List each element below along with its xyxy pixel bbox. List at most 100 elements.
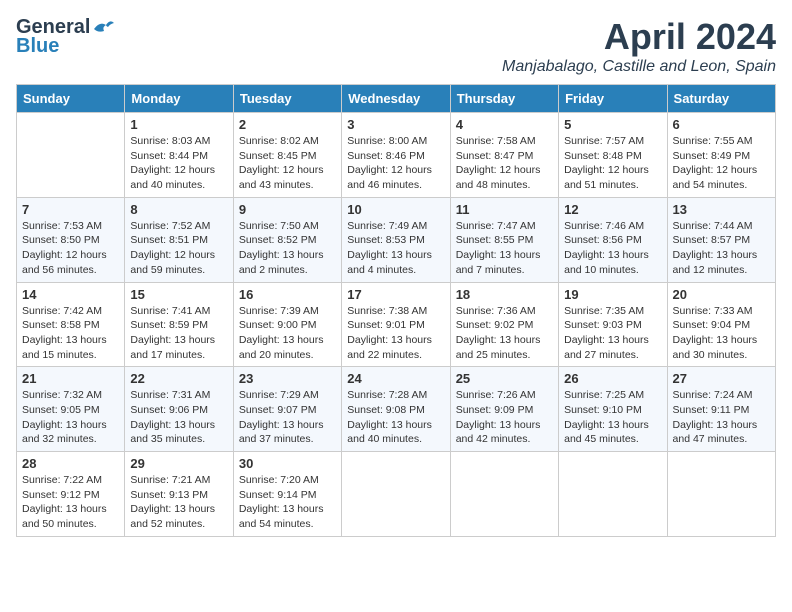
calendar-cell: 23 Sunrise: 7:29 AM Sunset: 9:07 PM Dayli… [233,367,341,452]
calendar-day-header: Friday [559,85,667,113]
day-number: 3 [347,117,444,132]
calendar-cell [17,113,125,198]
month-title: April 2024 [502,16,776,58]
calendar-cell: 15 Sunrise: 7:41 AM Sunset: 8:59 PM Dayli… [125,282,233,367]
calendar-week-row: 7 Sunrise: 7:53 AM Sunset: 8:50 PM Daylig… [17,197,776,282]
day-number: 14 [22,287,119,302]
calendar-cell: 11Sunrise: 7:47 AM Sunset: 8:55 PM Dayli… [450,197,558,282]
calendar-cell: 27 Sunrise: 7:24 AM Sunset: 9:11 PM Dayli… [667,367,775,452]
calendar-cell: 9Sunrise: 7:50 AM Sunset: 8:52 PM Daylig… [233,197,341,282]
day-number: 29 [130,456,227,471]
day-number: 5 [564,117,661,132]
cell-info: Sunrise: 7:39 AM Sunset: 9:00 PM Dayligh… [239,304,336,363]
day-number: 18 [456,287,553,302]
page-header: General Blue April 2024 Manjabalago, Cas… [16,16,776,76]
day-number: 25 [456,371,553,386]
cell-info: Sunrise: 7:29 AM Sunset: 9:07 PM Dayligh… [239,388,336,447]
day-number: 15 [130,287,227,302]
calendar-day-header: Monday [125,85,233,113]
day-number: 30 [239,456,336,471]
calendar-cell: 19 Sunrise: 7:35 AM Sunset: 9:03 PM Dayli… [559,282,667,367]
cell-info: Sunrise: 7:38 AM Sunset: 9:01 PM Dayligh… [347,304,444,363]
calendar-cell: 13 Sunrise: 7:44 AM Sunset: 8:57 PM Dayli… [667,197,775,282]
day-number: 6 [673,117,770,132]
calendar-week-row: 28 Sunrise: 7:22 AM Sunset: 9:12 PM Dayli… [17,452,776,537]
cell-info: Sunrise: 7:58 AM Sunset: 8:47 PM Dayligh… [456,134,553,193]
day-number: 11 [456,202,553,217]
cell-info: Sunrise: 7:53 AM Sunset: 8:50 PM Dayligh… [22,219,119,278]
calendar-week-row: 1 Sunrise: 8:03 AM Sunset: 8:44 PM Daylig… [17,113,776,198]
cell-info: Sunrise: 8:00 AM Sunset: 8:46 PM Dayligh… [347,134,444,193]
cell-info: Sunrise: 7:50 AM Sunset: 8:52 PM Dayligh… [239,219,336,278]
day-number: 20 [673,287,770,302]
logo-blue: Blue [16,35,59,58]
logo-bird-icon [92,19,114,37]
calendar-cell: 4Sunrise: 7:58 AM Sunset: 8:47 PM Daylig… [450,113,558,198]
calendar-cell: 16 Sunrise: 7:39 AM Sunset: 9:00 PM Dayli… [233,282,341,367]
calendar-cell: 6Sunrise: 7:55 AM Sunset: 8:49 PM Daylig… [667,113,775,198]
day-number: 8 [130,202,227,217]
location-title: Manjabalago, Castille and Leon, Spain [502,58,776,76]
cell-info: Sunrise: 8:02 AM Sunset: 8:45 PM Dayligh… [239,134,336,193]
cell-info: Sunrise: 7:33 AM Sunset: 9:04 PM Dayligh… [673,304,770,363]
cell-info: Sunrise: 7:35 AM Sunset: 9:03 PM Dayligh… [564,304,661,363]
calendar-day-header: Sunday [17,85,125,113]
day-number: 13 [673,202,770,217]
day-number: 17 [347,287,444,302]
calendar-week-row: 14 Sunrise: 7:42 AM Sunset: 8:58 PM Dayli… [17,282,776,367]
calendar-cell [667,452,775,537]
cell-info: Sunrise: 7:20 AM Sunset: 9:14 PM Dayligh… [239,473,336,532]
cell-info: Sunrise: 7:41 AM Sunset: 8:59 PM Dayligh… [130,304,227,363]
calendar-cell [559,452,667,537]
cell-info: Sunrise: 7:46 AM Sunset: 8:56 PM Dayligh… [564,219,661,278]
cell-info: Sunrise: 7:21 AM Sunset: 9:13 PM Dayligh… [130,473,227,532]
cell-info: Sunrise: 7:42 AM Sunset: 8:58 PM Dayligh… [22,304,119,363]
cell-info: Sunrise: 7:25 AM Sunset: 9:10 PM Dayligh… [564,388,661,447]
title-area: April 2024 Manjabalago, Castille and Leo… [502,16,776,76]
day-number: 7 [22,202,119,217]
calendar-cell: 2Sunrise: 8:02 AM Sunset: 8:45 PM Daylig… [233,113,341,198]
calendar-cell: 10 Sunrise: 7:49 AM Sunset: 8:53 PM Dayli… [342,197,450,282]
cell-info: Sunrise: 7:31 AM Sunset: 9:06 PM Dayligh… [130,388,227,447]
day-number: 10 [347,202,444,217]
day-number: 21 [22,371,119,386]
calendar-cell: 29 Sunrise: 7:21 AM Sunset: 9:13 PM Dayli… [125,452,233,537]
day-number: 16 [239,287,336,302]
calendar-cell: 1 Sunrise: 8:03 AM Sunset: 8:44 PM Daylig… [125,113,233,198]
calendar-cell: 8Sunrise: 7:52 AM Sunset: 8:51 PM Daylig… [125,197,233,282]
calendar-cell [342,452,450,537]
day-number: 27 [673,371,770,386]
cell-info: Sunrise: 7:22 AM Sunset: 9:12 PM Dayligh… [22,473,119,532]
cell-info: Sunrise: 7:26 AM Sunset: 9:09 PM Dayligh… [456,388,553,447]
cell-info: Sunrise: 8:03 AM Sunset: 8:44 PM Dayligh… [130,134,227,193]
calendar-day-header: Wednesday [342,85,450,113]
day-number: 28 [22,456,119,471]
day-number: 12 [564,202,661,217]
logo: General Blue [16,16,114,58]
day-number: 1 [130,117,227,132]
calendar-header-row: SundayMondayTuesdayWednesdayThursdayFrid… [17,85,776,113]
cell-info: Sunrise: 7:44 AM Sunset: 8:57 PM Dayligh… [673,219,770,278]
cell-info: Sunrise: 7:57 AM Sunset: 8:48 PM Dayligh… [564,134,661,193]
calendar-week-row: 21 Sunrise: 7:32 AM Sunset: 9:05 PM Dayli… [17,367,776,452]
cell-info: Sunrise: 7:28 AM Sunset: 9:08 PM Dayligh… [347,388,444,447]
calendar-cell: 24 Sunrise: 7:28 AM Sunset: 9:08 PM Dayli… [342,367,450,452]
cell-info: Sunrise: 7:24 AM Sunset: 9:11 PM Dayligh… [673,388,770,447]
cell-info: Sunrise: 7:32 AM Sunset: 9:05 PM Dayligh… [22,388,119,447]
day-number: 23 [239,371,336,386]
calendar-day-header: Saturday [667,85,775,113]
calendar-cell: 20 Sunrise: 7:33 AM Sunset: 9:04 PM Dayli… [667,282,775,367]
calendar-cell: 30 Sunrise: 7:20 AM Sunset: 9:14 PM Dayli… [233,452,341,537]
calendar-cell: 17 Sunrise: 7:38 AM Sunset: 9:01 PM Dayli… [342,282,450,367]
calendar-cell [450,452,558,537]
cell-info: Sunrise: 7:49 AM Sunset: 8:53 PM Dayligh… [347,219,444,278]
calendar-cell: 3 Sunrise: 8:00 AM Sunset: 8:46 PM Daylig… [342,113,450,198]
day-number: 22 [130,371,227,386]
day-number: 19 [564,287,661,302]
calendar-cell: 26Sunrise: 7:25 AM Sunset: 9:10 PM Dayli… [559,367,667,452]
calendar-table: SundayMondayTuesdayWednesdayThursdayFrid… [16,84,776,537]
calendar-day-header: Tuesday [233,85,341,113]
calendar-cell: 7 Sunrise: 7:53 AM Sunset: 8:50 PM Daylig… [17,197,125,282]
calendar-cell: 5 Sunrise: 7:57 AM Sunset: 8:48 PM Daylig… [559,113,667,198]
day-number: 24 [347,371,444,386]
